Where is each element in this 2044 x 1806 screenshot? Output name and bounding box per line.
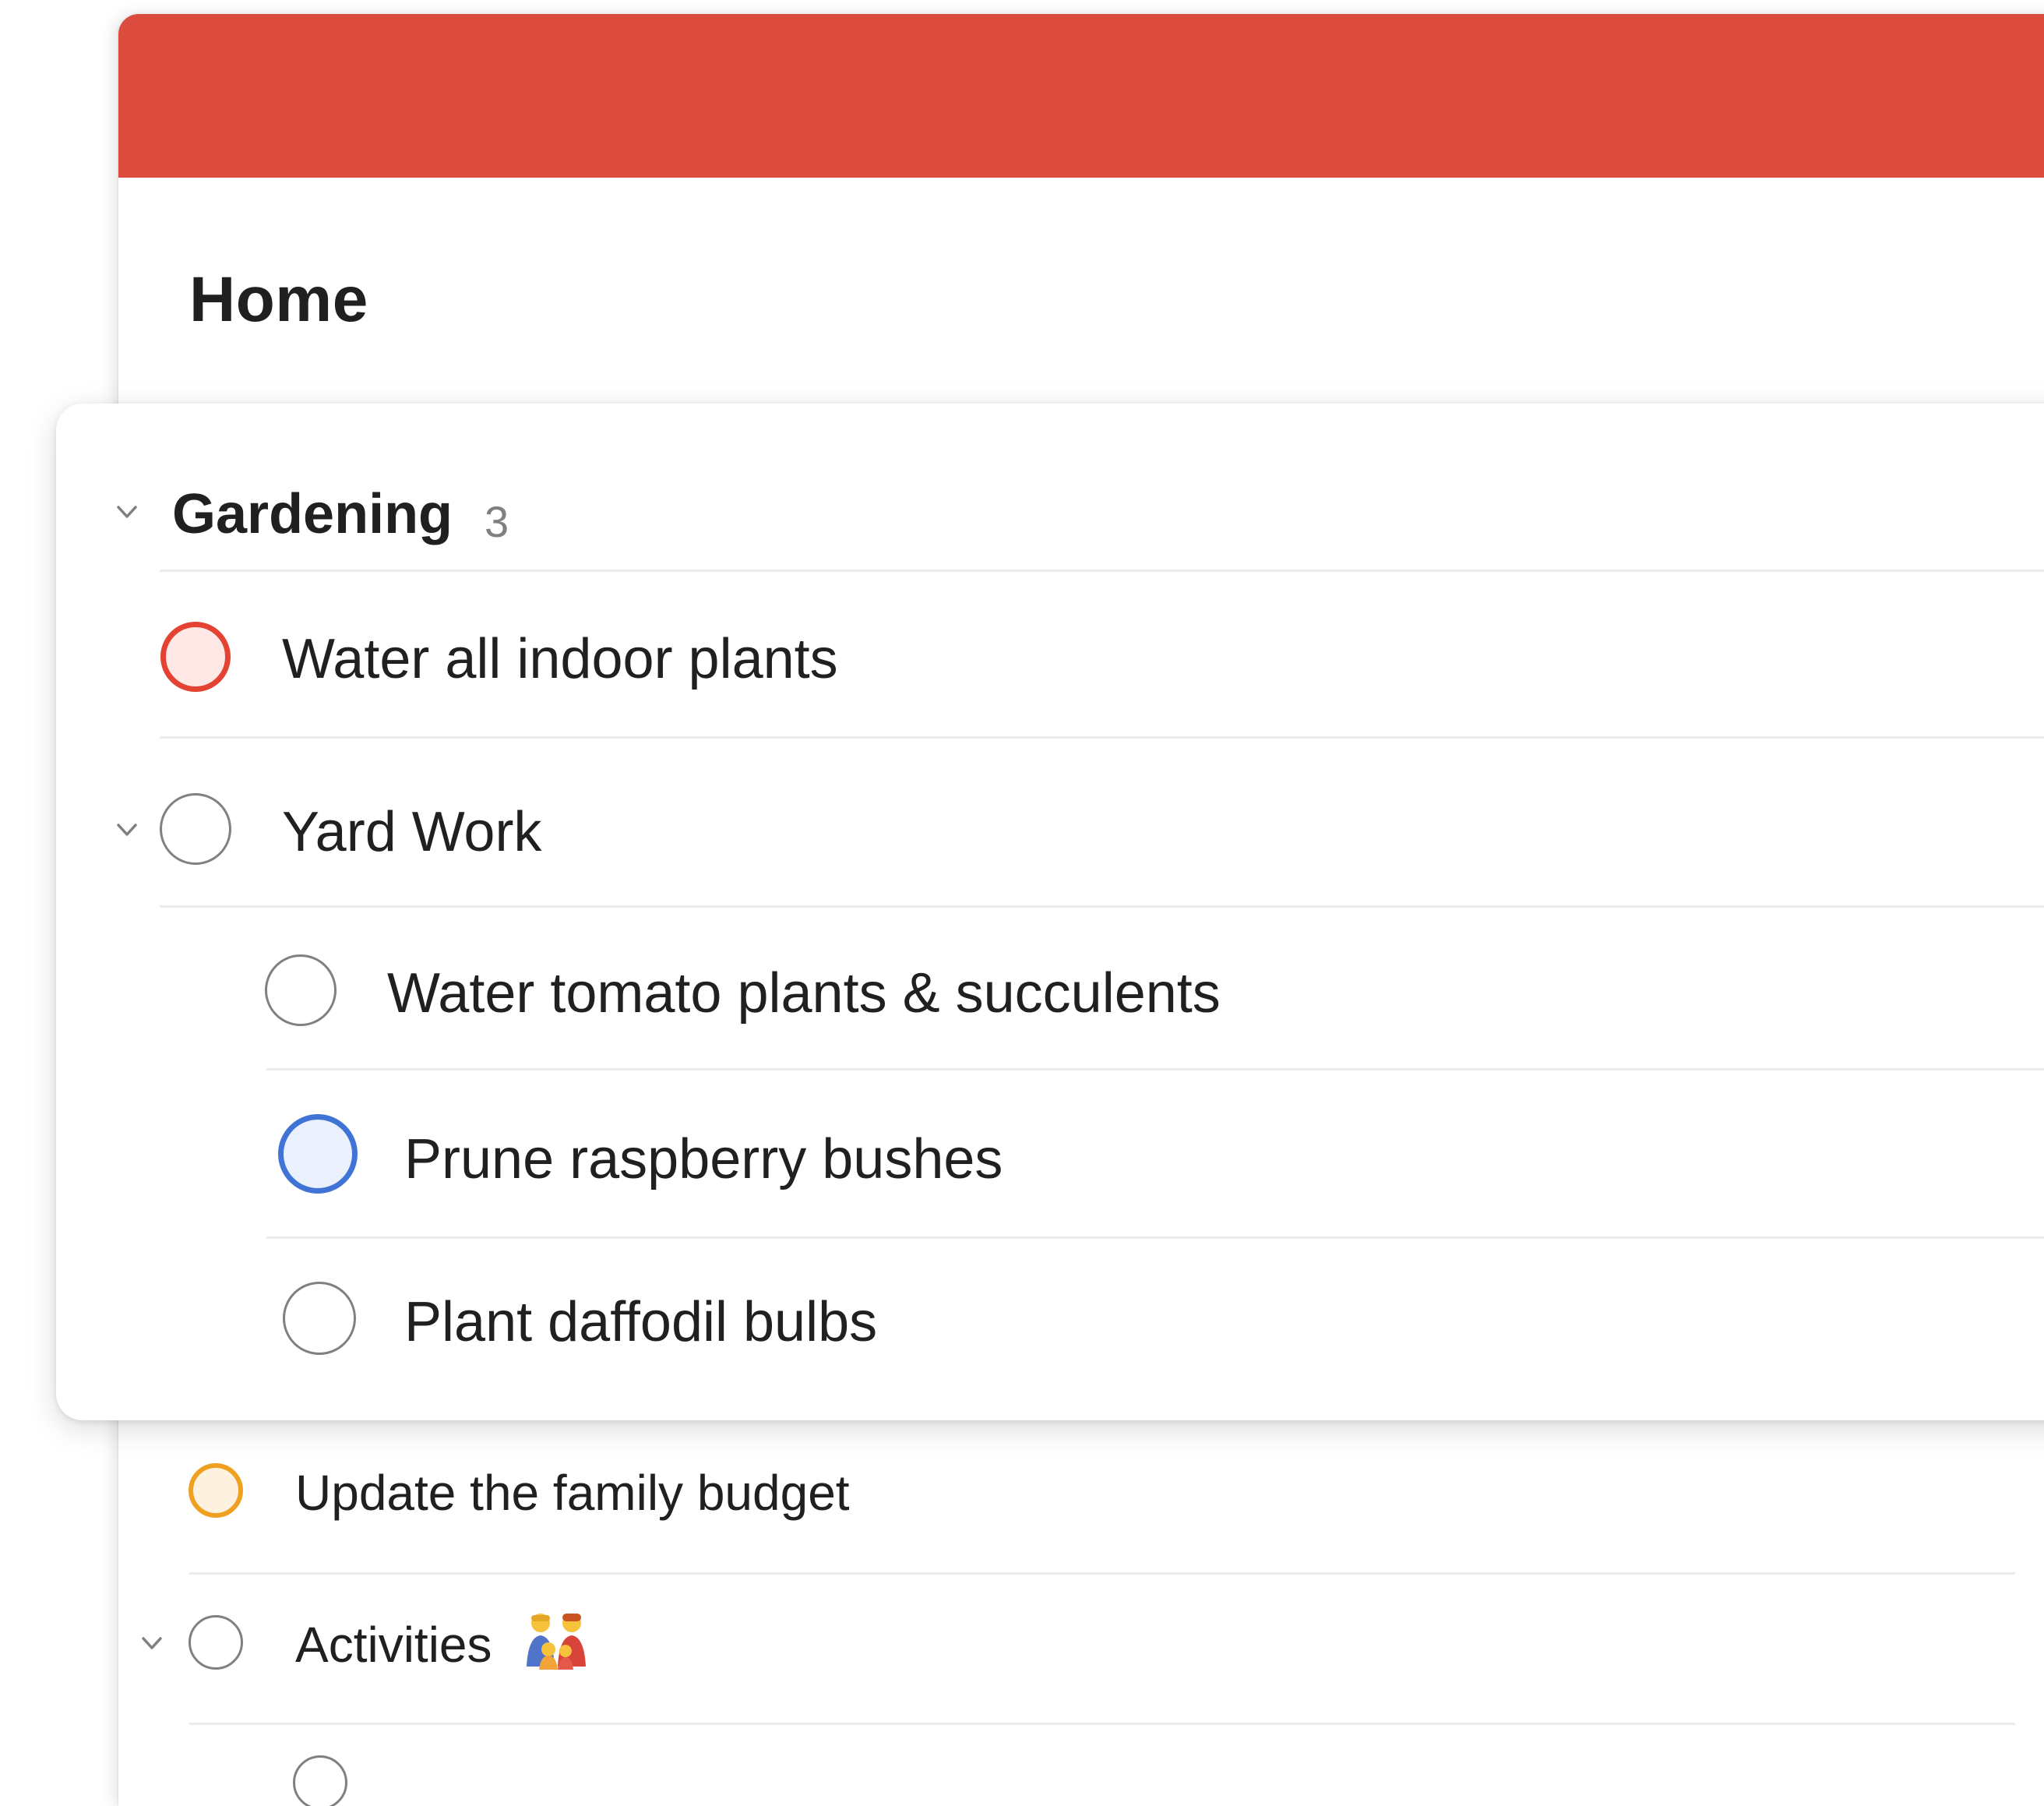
task-checkbox[interactable] [189, 1615, 243, 1670]
task-row[interactable]: Water all indoor plants [56, 622, 2044, 754]
task-divider [266, 1068, 2044, 1071]
task-label[interactable]: Plant daffodil bulbs [404, 1294, 877, 1350]
task-label[interactable]: Update the family budget [295, 1468, 850, 1518]
task-row[interactable]: Update the family budget [118, 1463, 2044, 1580]
task-checkbox[interactable] [160, 793, 231, 865]
task-label[interactable]: Yard Work [282, 804, 541, 860]
task-label[interactable]: Activities [295, 1620, 492, 1670]
chevron-down-icon[interactable] [138, 1629, 166, 1657]
dragged-section-card[interactable]: Gardening 3 Water all indoor plants Yard… [56, 404, 2044, 1420]
section-title[interactable]: Gardening [172, 486, 453, 542]
section-task-count: 3 [485, 497, 509, 546]
task-label[interactable]: Prune raspberry bushes [404, 1131, 1003, 1187]
chevron-down-icon[interactable] [112, 815, 142, 845]
task-divider [160, 905, 2044, 908]
task-divider [266, 1236, 2044, 1239]
task-row[interactable]: Activities [118, 1614, 2044, 1732]
task-divider [160, 736, 2044, 739]
task-row[interactable]: Plant daffodil bulbs [56, 1282, 2044, 1391]
task-checkbox-priority-2[interactable] [189, 1463, 243, 1518]
project-color-header [118, 14, 2044, 178]
chevron-down-icon[interactable] [112, 497, 142, 527]
task-checkbox-priority-3[interactable] [278, 1114, 358, 1194]
task-divider [189, 1723, 2015, 1725]
task-checkbox[interactable] [283, 1282, 356, 1355]
task-checkbox[interactable] [265, 954, 337, 1026]
task-checkbox[interactable] [293, 1755, 347, 1806]
task-row[interactable]: Prune raspberry bushes [56, 1114, 2044, 1247]
task-divider [189, 1572, 2015, 1575]
family-emoji-icon [523, 1609, 589, 1670]
task-checkbox-priority-1[interactable] [160, 622, 231, 692]
task-row[interactable]: Water tomato plants & succulents [56, 954, 2044, 1087]
task-row[interactable] [118, 1755, 2044, 1806]
project-title: Home [189, 264, 368, 335]
task-label[interactable]: Water tomato plants & succulents [387, 965, 1221, 1021]
task-row[interactable]: Yard Work [56, 793, 2044, 926]
task-label[interactable]: Water all indoor plants [282, 631, 838, 687]
